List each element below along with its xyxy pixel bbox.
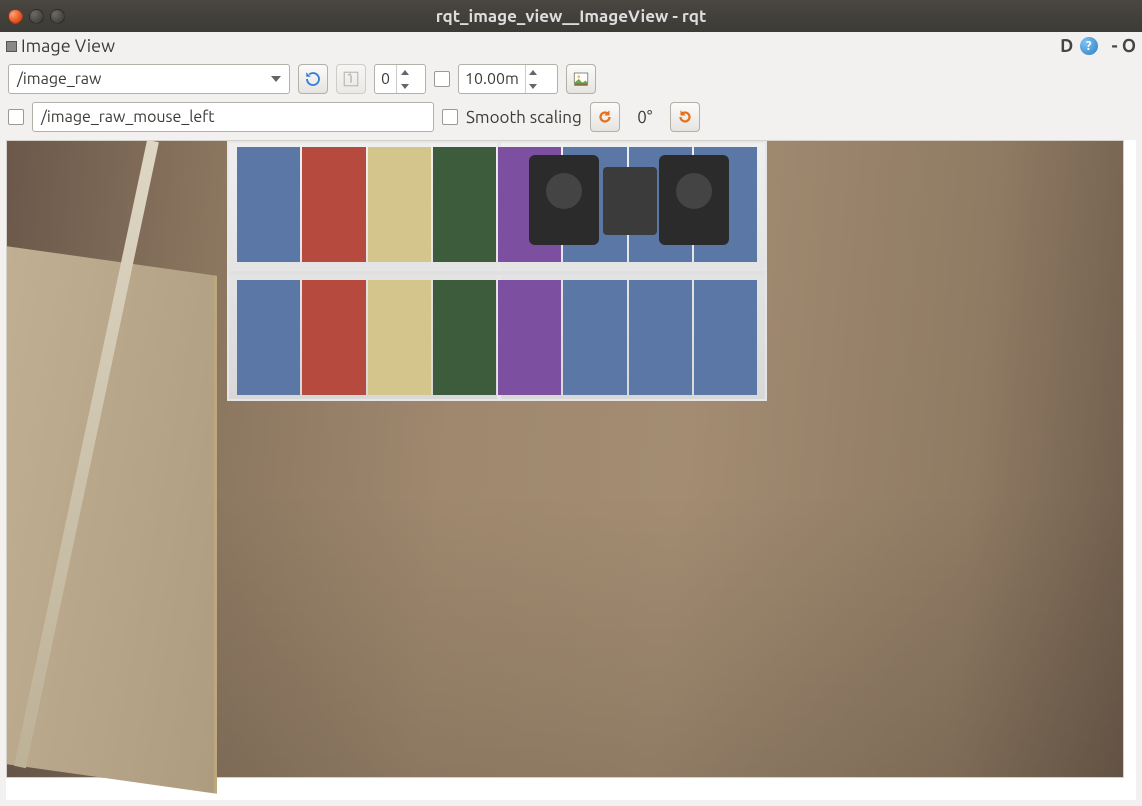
help-icon[interactable]: ? (1080, 37, 1098, 55)
dynamic-range-checkbox[interactable] (434, 71, 450, 87)
smooth-scaling-checkbox[interactable] (442, 109, 458, 125)
rotation-label: 0° (628, 108, 662, 127)
zoom-original-button[interactable] (336, 64, 366, 94)
toolbar-row-2: /image_raw_mouse_left Smooth scaling 0° (6, 98, 1136, 136)
camera-image (6, 140, 1124, 778)
topic-combobox[interactable]: /image_raw (8, 64, 290, 94)
save-image-icon (572, 70, 590, 88)
spinbox-arrows-2[interactable] (525, 65, 541, 93)
panel-header-actions: D ? - O (1058, 36, 1136, 56)
panel-title-area: Image View (6, 36, 115, 56)
spin-down-icon[interactable] (397, 79, 412, 93)
window-maximize-button[interactable] (50, 9, 65, 24)
panel-title: Image View (21, 36, 115, 56)
mouse-topic-input[interactable]: /image_raw_mouse_left (32, 102, 434, 132)
topic-combobox-value: /image_raw (17, 70, 101, 88)
dock-toggle-icon[interactable] (6, 41, 17, 52)
rotate-right-button[interactable] (670, 102, 700, 132)
refresh-icon (304, 70, 322, 88)
num-gridlines-value: 0 (375, 65, 396, 93)
rotate-left-icon (596, 108, 614, 126)
chevron-down-icon (271, 76, 281, 82)
options-button[interactable]: - O (1112, 36, 1136, 56)
rotate-left-button[interactable] (590, 102, 620, 132)
image-display-area[interactable] (6, 140, 1136, 800)
spin-down-icon[interactable] (526, 79, 541, 93)
save-image-button[interactable] (566, 64, 596, 94)
spin-up-icon[interactable] (397, 65, 412, 79)
spin-up-icon[interactable] (526, 65, 541, 79)
max-range-value: 10.00m (459, 65, 525, 93)
window-title: rqt_image_view__ImageView - rqt (0, 7, 1142, 26)
detach-button[interactable]: D (1058, 37, 1076, 55)
toolbar-row-1: /image_raw 0 10.00m (6, 60, 1136, 98)
window-minimize-button[interactable] (29, 9, 44, 24)
scene-bookshelf (227, 141, 767, 401)
num-gridlines-spinbox[interactable]: 0 (374, 64, 426, 94)
mouse-topic-value: /image_raw_mouse_left (41, 108, 215, 126)
window-body: Image View D ? - O /image_raw (0, 32, 1142, 806)
rotate-right-icon (676, 108, 694, 126)
refresh-button[interactable] (298, 64, 328, 94)
window-controls (8, 9, 65, 24)
smooth-scaling-label: Smooth scaling (466, 108, 582, 127)
window-titlebar: rqt_image_view__ImageView - rqt (0, 0, 1142, 32)
panel-header: Image View D ? - O (6, 36, 1136, 60)
max-range-spinbox[interactable]: 10.00m (458, 64, 558, 94)
publish-mouse-checkbox[interactable] (8, 109, 24, 125)
window-close-button[interactable] (8, 9, 23, 24)
zoom-original-icon (342, 70, 360, 88)
spinbox-arrows[interactable] (396, 65, 412, 93)
